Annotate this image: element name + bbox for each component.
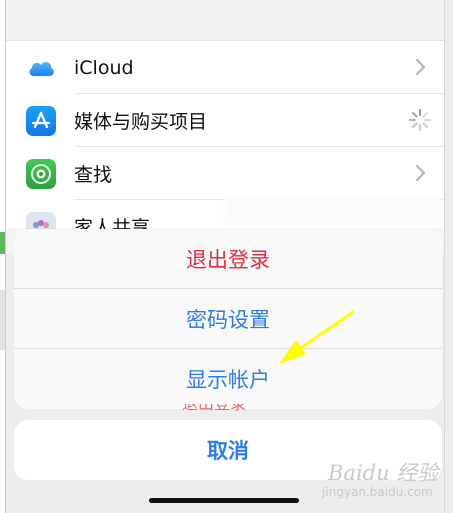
settings-row-label: 查找 xyxy=(74,164,113,186)
background-sign-out-text: 退出登录 xyxy=(182,404,246,415)
edge-highlight xyxy=(0,290,5,350)
settings-row-label: iCloud xyxy=(74,56,134,79)
cloud-icon xyxy=(26,52,56,83)
settings-row-icloud[interactable]: iCloud xyxy=(6,41,444,94)
right-page-edge xyxy=(444,0,453,513)
loading-spinner-icon xyxy=(408,108,432,132)
show-account-button[interactable]: 显示帐户 xyxy=(14,349,442,409)
app-store-icon xyxy=(26,105,56,136)
sign-out-button[interactable]: 退出登录 xyxy=(14,229,442,289)
edge-highlight xyxy=(0,232,5,254)
blurred-region xyxy=(225,196,440,226)
settings-row-find-my[interactable]: 查找 xyxy=(6,147,444,200)
settings-row-label: 媒体与购买项目 xyxy=(74,111,208,133)
find-my-icon xyxy=(26,158,56,189)
top-strip xyxy=(6,0,444,41)
home-indicator xyxy=(149,498,299,503)
password-settings-button[interactable]: 密码设置 xyxy=(14,289,442,349)
chevron-right-icon xyxy=(415,164,426,182)
settings-row-media-purchases[interactable]: 媒体与购买项目 xyxy=(6,94,444,147)
baidu-watermark: Baidu 经验 jingyan.baidu.com xyxy=(322,461,439,499)
action-sheet: 退出登录 密码设置 显示帐户 xyxy=(14,229,442,409)
chevron-right-icon xyxy=(415,58,426,76)
